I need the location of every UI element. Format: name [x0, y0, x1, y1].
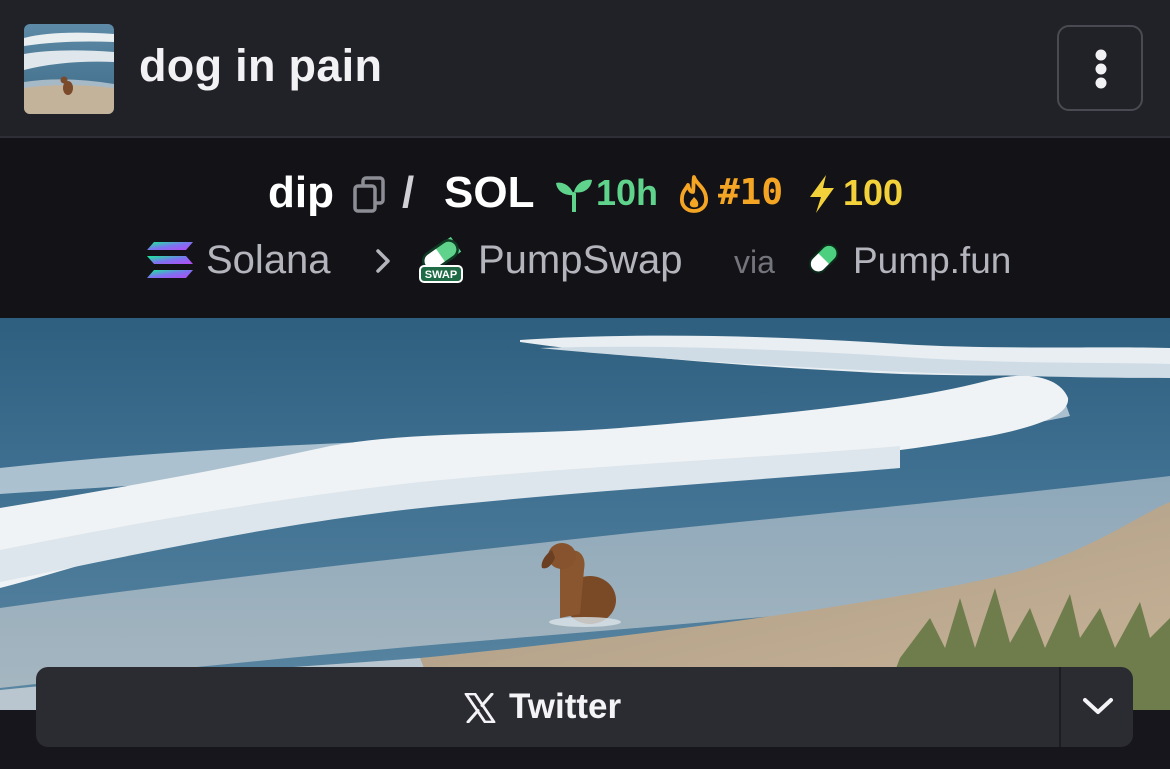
solana-icon	[145, 240, 195, 285]
pair-age: 10h	[596, 172, 659, 213]
chain-name[interactable]: Solana	[206, 238, 331, 283]
base-token-symbol: dip	[268, 168, 334, 217]
social-links-bar: Twitter	[36, 667, 1133, 747]
dex-name[interactable]: PumpSwap	[478, 238, 683, 283]
pair-separator: /	[402, 168, 415, 217]
pair-row: dip / SOL 10h #10 100	[0, 166, 1170, 222]
quote-token-symbol: SOL	[444, 168, 535, 217]
chevron-down-icon	[1083, 698, 1113, 714]
token-header: dog in pain	[0, 0, 1170, 138]
copy-icon[interactable]	[352, 176, 386, 219]
flame-icon	[677, 175, 711, 218]
token-name: dog in pain	[139, 40, 383, 91]
trending-rank: #10	[718, 172, 784, 213]
more-vertical-icon	[1095, 49, 1107, 89]
pumpfun-pill-icon	[806, 240, 842, 283]
launchpad-name[interactable]: Pump.fun	[853, 240, 1011, 282]
pumpswap-icon: SWAP	[416, 236, 466, 289]
more-options-button[interactable]	[1057, 25, 1143, 111]
token-page: dog in pain dip / SOL 10h #10 100 Solana…	[0, 0, 1170, 769]
chevron-right-icon	[373, 248, 393, 279]
pair-info: dip / SOL 10h #10 100 Solana SWAP PumpSw…	[0, 138, 1170, 318]
token-avatar	[24, 24, 114, 114]
boost-bolt-icon	[807, 174, 837, 219]
chain-breadcrumb: Solana SWAP PumpSwap via Pump.fun	[0, 236, 1170, 286]
swap-badge-text: SWAP	[425, 269, 457, 281]
twitter-link-button[interactable]: Twitter	[36, 667, 1059, 747]
token-banner-image	[0, 318, 1170, 710]
twitter-label: Twitter	[509, 687, 622, 726]
via-label: via	[734, 244, 775, 280]
x-logo-icon	[464, 692, 496, 728]
more-links-toggle[interactable]	[1061, 667, 1133, 747]
sprout-icon	[555, 178, 593, 217]
boost-count: 100	[843, 172, 904, 213]
